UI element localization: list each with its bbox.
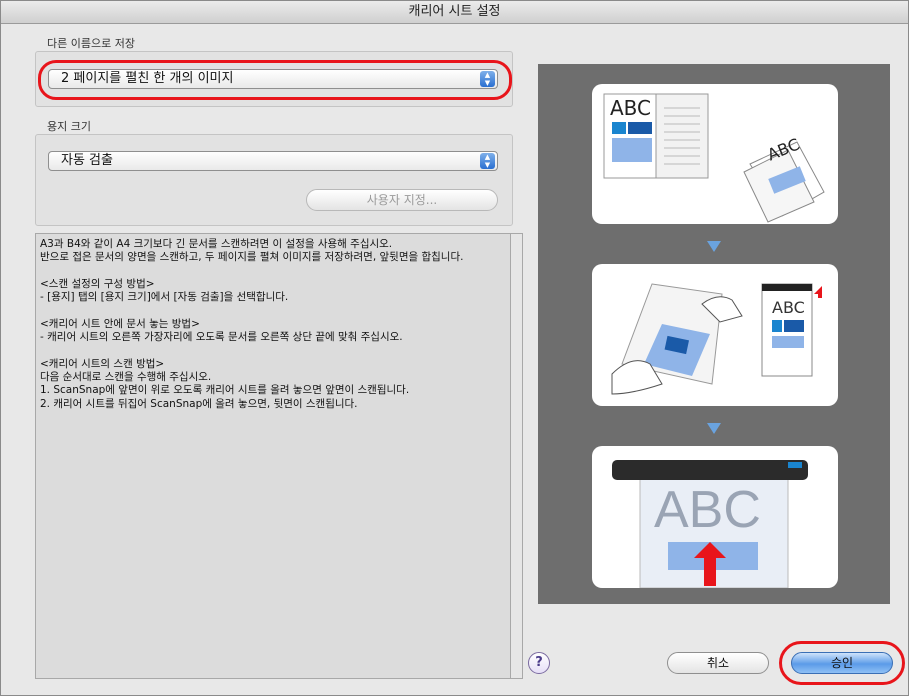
window-title: 캐리어 시트 설정 — [1, 1, 908, 24]
step3-card: ABC — [592, 446, 838, 588]
paper-size-label: 용지 크기 — [47, 120, 91, 133]
custom-size-button[interactable]: 사용자 지정... — [306, 189, 498, 211]
popup-arrows-icon: ▲ ▼ — [480, 153, 495, 169]
save-as-selected-value: 2 페이지를 펼친 한 개의 이미지 — [61, 71, 234, 86]
step1-text-a: ABC — [610, 96, 652, 120]
insert-document-icon — [611, 283, 822, 395]
description-text: A3과 B4와 같이 A4 크기보다 긴 문서를 스캔하려면 이 설정을 사용해… — [35, 233, 511, 679]
ok-button[interactable]: 승인 — [791, 652, 893, 674]
step2-text: ABC — [772, 298, 805, 317]
description-scrollbar[interactable] — [511, 233, 523, 679]
paper-size-select[interactable]: 자동 검출 ▲ ▼ — [48, 151, 498, 171]
cancel-button[interactable]: 취소 — [667, 652, 769, 674]
arrow-down-icon — [707, 423, 721, 434]
paper-size-group — [35, 134, 513, 226]
paper-size-selected-value: 자동 검출 — [61, 153, 113, 168]
popup-arrows-icon: ▲ ▼ — [480, 71, 495, 87]
illustration-panel: ABC ABC ABC ABC — [538, 64, 890, 604]
help-icon[interactable]: ? — [528, 652, 550, 674]
save-as-label: 다른 이름으로 저장 — [47, 37, 135, 50]
step1-card: ABC ABC — [592, 84, 838, 224]
save-as-select[interactable]: 2 페이지를 펼친 한 개의 이미지 ▲ ▼ — [48, 69, 498, 89]
carrier-sheet-settings-window: 캐리어 시트 설정 다른 이름으로 저장 2 페이지를 펼친 한 개의 이미지 … — [0, 0, 909, 696]
step2-card: ABC — [592, 264, 838, 406]
step3-text: ABC — [654, 481, 761, 539]
arrow-down-icon — [707, 241, 721, 252]
